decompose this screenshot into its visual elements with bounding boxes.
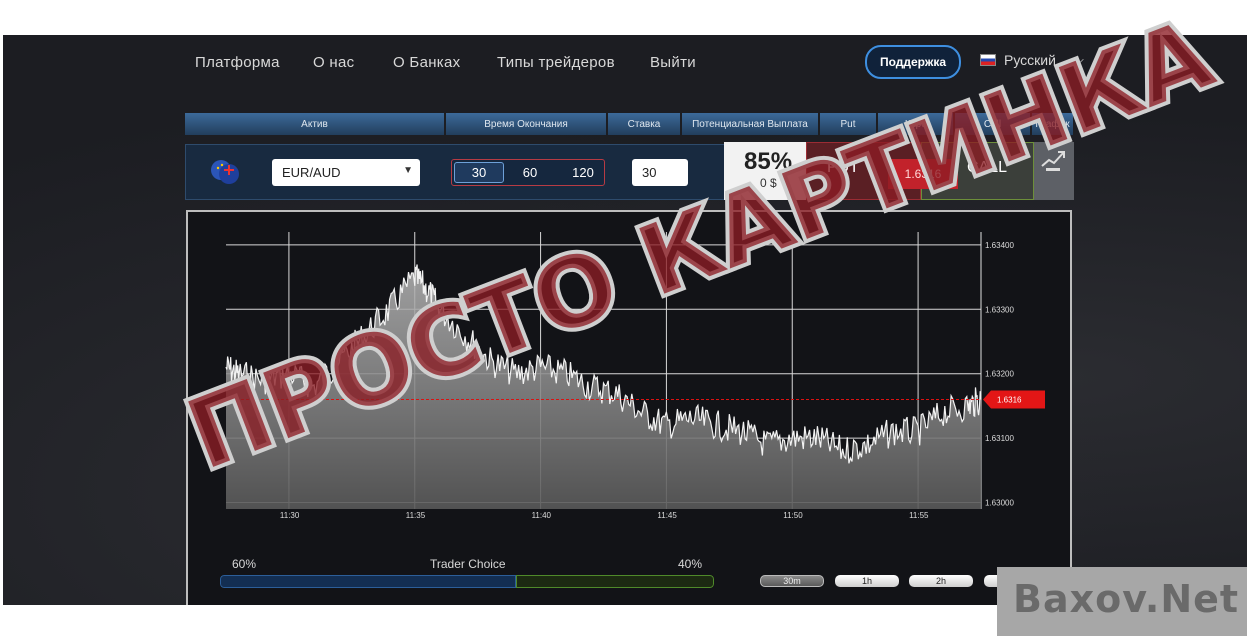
- nav-logout[interactable]: Выйти: [650, 54, 696, 71]
- header-chart: График: [1032, 113, 1073, 135]
- expiry-selector: 30 60 120: [451, 159, 605, 186]
- nav-banks[interactable]: О Банках: [393, 54, 460, 71]
- x-tick-label: 11:40: [532, 511, 552, 520]
- x-tick-label: 11:55: [909, 511, 929, 520]
- x-tick-label: 11:30: [280, 511, 300, 520]
- asset-flags-icon: [211, 160, 239, 184]
- put-button[interactable]: PUT: [827, 159, 859, 177]
- nav-trader-types[interactable]: Типы трейдеров: [497, 54, 615, 71]
- trader-choice-call-percent: 40%: [678, 557, 703, 571]
- language-label: Русский: [1004, 52, 1056, 68]
- header-rate: Курс: [878, 113, 953, 135]
- x-tick-label: 11:50: [783, 511, 803, 520]
- site-logo: Baxov.Net: [997, 567, 1247, 636]
- header-payout: Потенциальная Выплата: [682, 113, 818, 135]
- y-tick-label: 1.63400: [985, 241, 1014, 250]
- nav-platform[interactable]: Платформа: [195, 54, 280, 71]
- header-put: Put: [820, 113, 876, 135]
- chevron-down-icon: ⌵: [1073, 52, 1084, 67]
- top-nav: Платформа О нас О Банках Типы трейдеров …: [3, 35, 1247, 91]
- expiry-option-120[interactable]: 120: [558, 162, 608, 183]
- price-chart[interactable]: 1.6316 1.63400 1.63300 1.63200 1.63100 1.630…: [188, 212, 1070, 605]
- stake-input[interactable]: 30: [632, 159, 688, 186]
- expiry-option-60[interactable]: 60: [505, 162, 555, 183]
- asset-select[interactable]: EUR/AUD ▼: [272, 159, 420, 186]
- y-tick-label: 1.63300: [985, 305, 1014, 314]
- header-expiry: Время Окончания: [446, 113, 606, 135]
- svg-text:1.6316: 1.6316: [997, 395, 1022, 404]
- current-rate-tag: 1.6316: [983, 390, 1045, 409]
- trading-app: Платформа О нас О Банках Типы трейдеров …: [3, 35, 1247, 605]
- timeframe-30m[interactable]: 30m: [760, 575, 824, 587]
- chart-icon: [1041, 151, 1065, 171]
- payout-percent: 85%: [744, 148, 793, 175]
- support-button[interactable]: Поддержка: [865, 45, 961, 79]
- chart-panel: 1.6316 1.63400 1.63300 1.63200 1.63100 1.630…: [186, 210, 1072, 605]
- header-call: Call: [955, 113, 1030, 135]
- trade-row: EUR/AUD ▼ 30 60 120 30 85% 0 $ PUT CALL …: [185, 142, 1074, 200]
- logo-text: Baxov.Net: [1013, 577, 1240, 621]
- timeframe-1h[interactable]: 1h: [835, 575, 899, 587]
- header-stake: Ставка: [608, 113, 680, 135]
- x-tick-label: 11:45: [657, 511, 677, 520]
- trader-choice-call-fill: [516, 575, 714, 588]
- expiry-option-30[interactable]: 30: [454, 162, 504, 183]
- x-tick-label: 11:35: [406, 511, 426, 520]
- payout-amount: 0 $: [760, 176, 777, 190]
- asset-value: EUR/AUD: [282, 165, 341, 180]
- current-rate: 1.6316: [888, 159, 958, 189]
- y-tick-label: 1.63200: [985, 370, 1014, 379]
- header-asset: Актив: [185, 113, 444, 135]
- russia-flag-icon: [980, 54, 996, 66]
- trader-choice-title: Trader Choice: [430, 557, 506, 571]
- y-tick-label: 1.63100: [985, 434, 1014, 443]
- chart-toggle[interactable]: [1034, 142, 1074, 200]
- dropdown-arrow-icon: ▼: [403, 165, 413, 176]
- y-tick-label: 1.63000: [985, 499, 1014, 508]
- trader-choice-put-fill: [220, 575, 517, 588]
- call-button[interactable]: CALL: [967, 159, 1007, 177]
- language-selector[interactable]: Русский ⌵: [980, 52, 1084, 68]
- nav-about[interactable]: О нас: [313, 54, 354, 71]
- trader-choice-bar: [220, 575, 714, 588]
- timeframe-2h[interactable]: 2h: [909, 575, 973, 587]
- trade-table-header: Актив Время Окончания Ставка Потенциальн…: [185, 113, 1073, 135]
- trader-choice-put-percent: 60%: [232, 557, 257, 571]
- payout-cell: 85% 0 $: [724, 142, 806, 200]
